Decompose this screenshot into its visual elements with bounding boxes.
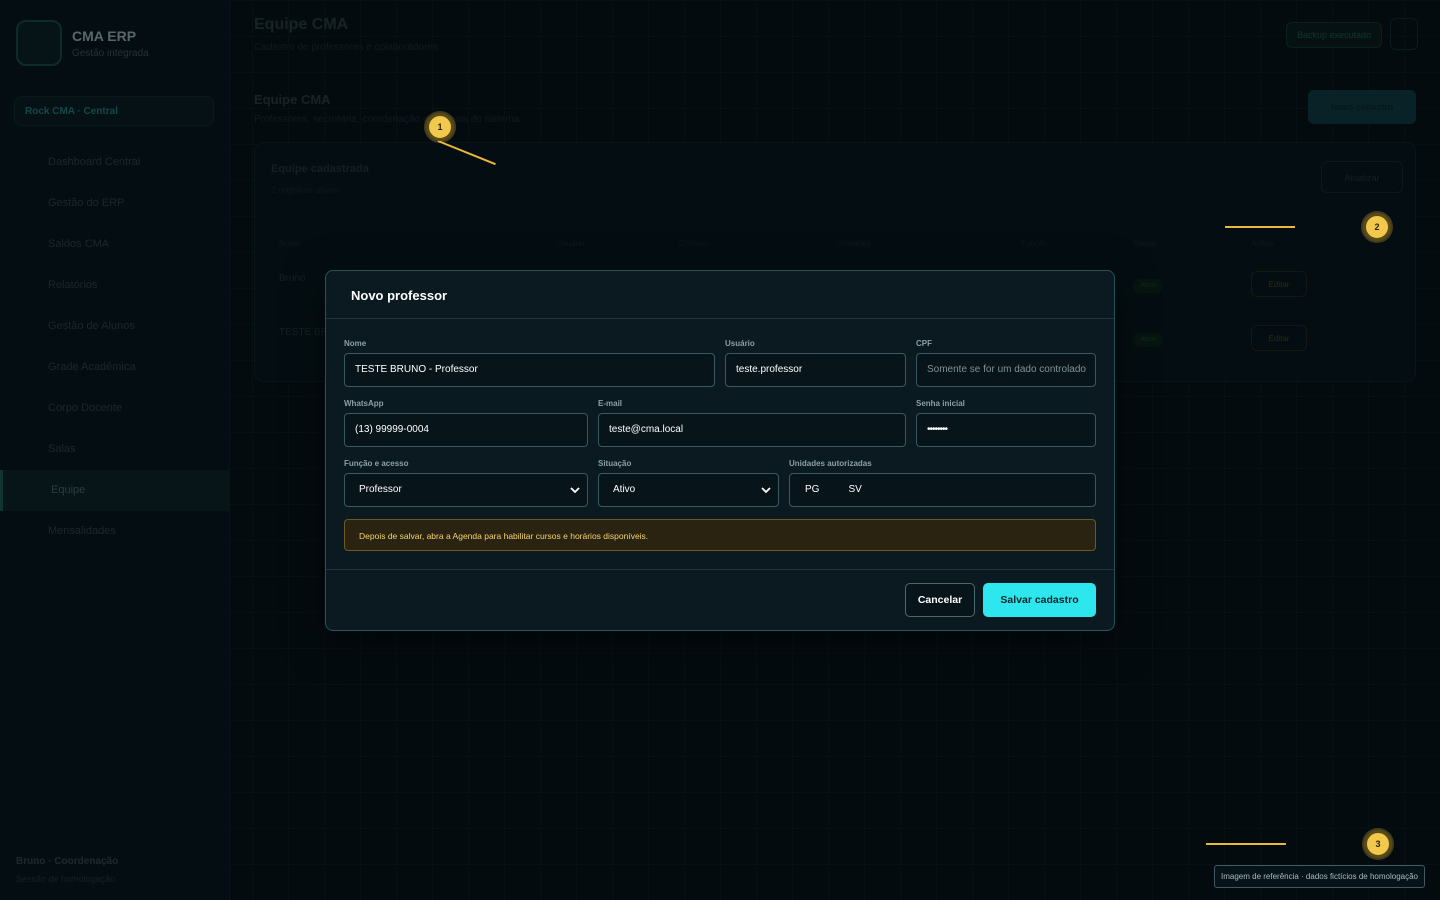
nome-label: Nome [344,339,367,348]
situacao-select[interactable]: Ativo [598,473,779,507]
marker-2: 2 [1363,213,1391,241]
save-button[interactable]: Salvar cadastro [983,583,1096,617]
unidades-field[interactable]: PG SV [789,473,1096,507]
modal-header: Novo professor [326,271,1114,319]
situacao-label: Situação [598,459,632,468]
email-field[interactable]: teste@cma.local [598,413,906,447]
modal-footer-divider [326,569,1114,570]
new-teacher-modal: Novo professor Nome TESTE BRUNO - Profes… [325,270,1115,631]
unidades-label: Unidades autorizadas [789,459,872,468]
situacao-select-value: Ativo [613,484,636,495]
callout-line [1225,226,1295,228]
usuario-field[interactable]: teste.professor [725,353,906,387]
agenda-notice: Depois de salvar, abra a Agenda para hab… [344,519,1096,551]
whatsapp-label: WhatsApp [344,399,384,408]
marker-3: 3 [1364,830,1392,858]
funcao-select[interactable]: Professor [344,473,588,507]
marker-1: 1 [426,113,454,141]
cpf-label: CPF [916,339,932,348]
senha-label: Senha inicial [916,399,965,408]
password-field[interactable]: •••••••• [916,413,1096,447]
chevron-down-icon [761,487,771,494]
unit-tag[interactable]: PG [805,474,819,506]
chevron-down-icon [570,487,580,494]
whatsapp-field[interactable]: (13) 99999-0004 [344,413,588,447]
email-label: E-mail [598,399,623,408]
cpf-field[interactable]: Somente se for um dado controlado [916,353,1096,387]
funcao-select-value: Professor [359,484,402,495]
funcao-label: Função e acesso [344,459,409,468]
nome-field[interactable]: TESTE BRUNO - Professor [344,353,715,387]
callout-line [1206,843,1286,845]
usuario-label: Usuário [725,339,755,348]
reference-badge: Imagem de referência · dados fictícios d… [1214,865,1425,888]
modal-title: Novo professor [351,288,448,303]
unit-tag[interactable]: SV [848,474,861,506]
cancel-button[interactable]: Cancelar [905,583,975,617]
